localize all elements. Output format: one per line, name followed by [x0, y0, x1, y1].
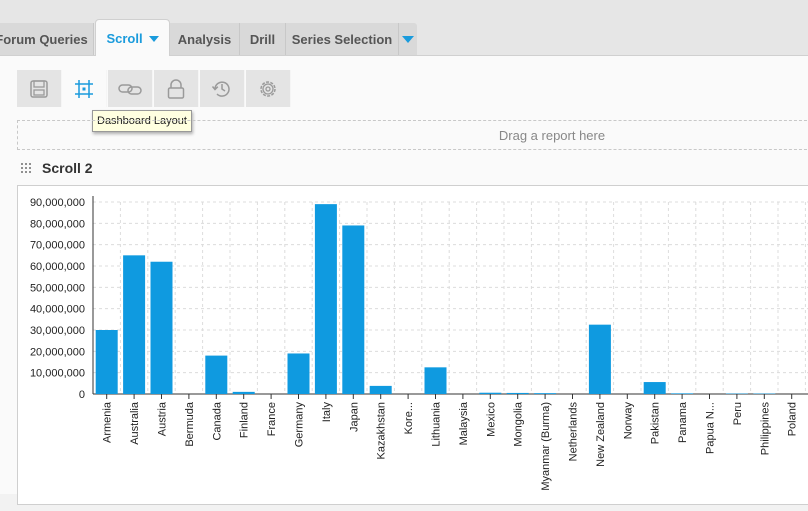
bar: [370, 386, 392, 394]
layout-icon: [74, 79, 94, 99]
tab-label: Forum Queries: [0, 32, 88, 47]
bar: [507, 393, 529, 394]
drag-handle-icon[interactable]: [20, 162, 32, 174]
bar: [123, 255, 145, 394]
x-tick-label: Australia: [129, 401, 141, 445]
tab-scroll[interactable]: Scroll: [95, 19, 170, 56]
x-tick-label: Philippines: [759, 402, 771, 456]
report-drop-zone[interactable]: Drag a report here: [17, 120, 808, 150]
y-tick-label: 80,000,000: [30, 218, 85, 230]
drop-zone-label: Drag a report here: [499, 128, 605, 143]
chevron-down-icon: [402, 36, 414, 43]
dashboard-layout-button[interactable]: [62, 70, 107, 107]
x-tick-label: Lithuania: [431, 401, 443, 447]
link-icon: [118, 79, 142, 99]
y-tick-label: 50,000,000: [30, 282, 85, 294]
x-tick-label: Mexico: [485, 402, 497, 437]
x-tick-label: Armenia: [102, 401, 114, 443]
tab-series-selection[interactable]: Series Selection: [286, 23, 399, 55]
bar: [96, 330, 118, 394]
x-tick-label: Pakistan: [650, 402, 662, 444]
chart-panel: 0 10,000,000 20,000,000 30,000,000 40,000,00…: [17, 185, 808, 505]
bar: [425, 367, 447, 394]
bar: [151, 262, 173, 394]
settings-icon: [257, 78, 279, 100]
y-tick-label: 30,000,000: [30, 325, 85, 337]
save-icon: [29, 79, 49, 99]
bar: [205, 356, 227, 394]
lock-button[interactable]: [154, 70, 199, 107]
y-tick-label: 20,000,000: [30, 346, 85, 358]
x-tick-label: Germany: [294, 402, 306, 448]
bar: [534, 393, 556, 394]
bar-chart: 0 10,000,000 20,000,000 30,000,000 40,000,00…: [18, 186, 808, 506]
tab-label: Series Selection: [292, 32, 392, 47]
x-tick-label: Peru: [732, 402, 744, 425]
x-tick-label: Mongolia: [513, 401, 525, 447]
x-tick-label: Italy: [321, 402, 333, 423]
save-button[interactable]: [17, 70, 62, 107]
y-tick-label: 60,000,000: [30, 261, 85, 273]
y-tick-label: 0: [79, 389, 85, 401]
x-tick-label: Canada: [211, 401, 223, 440]
x-tick-label: Myanmar (Burma): [540, 402, 552, 491]
bar: [288, 353, 310, 394]
x-tick-label: France: [266, 402, 278, 436]
chevron-down-icon[interactable]: [149, 36, 159, 42]
x-tick-label: Bermuda: [184, 401, 196, 447]
x-tick-label: New Zealand: [595, 402, 607, 467]
lock-icon: [166, 79, 186, 99]
y-tick-label: 10,000,000: [30, 368, 85, 380]
x-tick-label: Japan: [348, 402, 360, 432]
y-tick-label: 40,000,000: [30, 304, 85, 316]
x-tick-label: Finland: [239, 402, 251, 438]
x-tick-label: Panama: [677, 401, 689, 443]
bar: [671, 393, 693, 394]
link-button[interactable]: [108, 70, 153, 107]
more-tabs-button[interactable]: [399, 23, 417, 55]
bar: [479, 393, 501, 394]
history-button[interactable]: [200, 70, 245, 107]
report-title: Scroll 2: [42, 160, 93, 176]
x-tick-label: Kore...: [403, 402, 415, 434]
report-header: Scroll 2: [20, 156, 93, 180]
bar: [342, 225, 364, 394]
x-tick-label: Kazakhstan: [376, 402, 388, 459]
tab-bar: Forum Queries Scroll Analysis Drill Seri…: [0, 0, 808, 56]
tab-label: Analysis: [178, 32, 231, 47]
history-icon: [211, 78, 233, 100]
y-tick-label: 90,000,000: [30, 197, 85, 209]
x-tick-label: Malaysia: [458, 401, 470, 445]
dashboard-content: Dashboard Layout Drag a report here Scro…: [0, 56, 808, 494]
tab-forum-queries[interactable]: Forum Queries: [0, 23, 94, 55]
x-tick-label: Austria: [157, 401, 169, 436]
x-tick-label: Poland: [787, 402, 799, 436]
x-tick-label: Papua N...: [705, 402, 717, 454]
bar: [589, 325, 611, 394]
y-tick-label: 70,000,000: [30, 240, 85, 252]
tab-label: Scroll: [106, 31, 142, 46]
tab-analysis[interactable]: Analysis: [170, 23, 240, 55]
tab-drill[interactable]: Drill: [240, 23, 286, 55]
tab-label: Drill: [250, 32, 275, 47]
bar: [233, 392, 255, 394]
bar: [644, 382, 666, 394]
x-tick-label: Netherlands: [568, 402, 580, 462]
x-tick-label: Norway: [622, 402, 634, 440]
settings-button[interactable]: [246, 70, 291, 107]
bar: [315, 204, 337, 394]
